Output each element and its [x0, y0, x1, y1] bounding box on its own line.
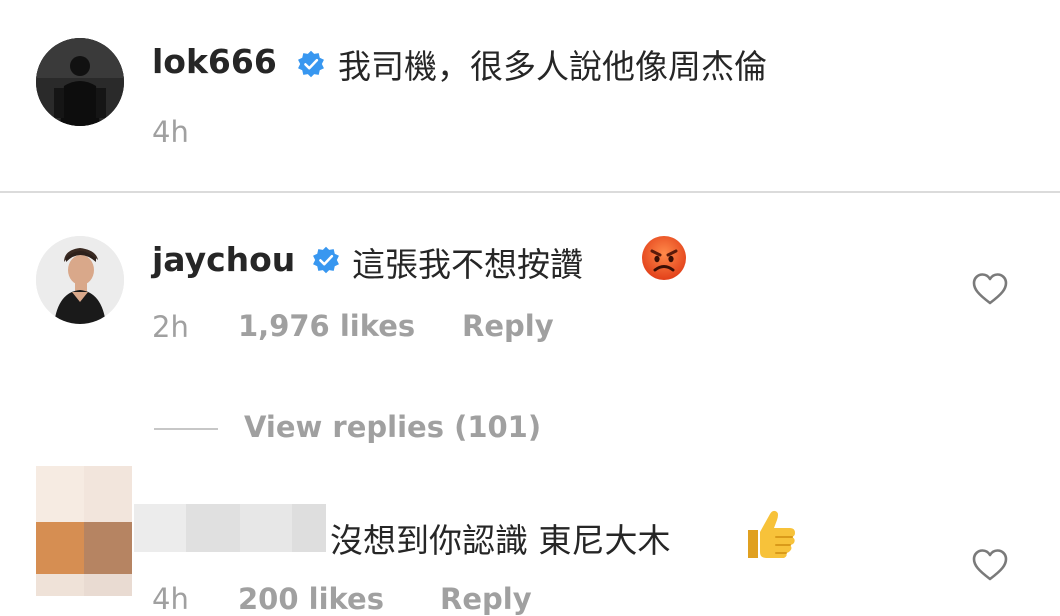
avatar-lok666[interactable] — [36, 38, 124, 126]
comment-text: 這張我不想按讚 — [352, 245, 583, 284]
like-count[interactable]: 1,976 likes — [238, 309, 415, 343]
username-lok666[interactable]: lok666 — [152, 42, 277, 81]
comment-timestamp: 4h — [152, 582, 189, 616]
heart-outline-icon[interactable] — [972, 548, 1008, 582]
verified-badge-icon — [313, 246, 339, 274]
reply-button[interactable]: Reply — [440, 582, 532, 616]
angry-face-emoji — [642, 236, 686, 280]
username-jaychou[interactable]: jaychou — [152, 240, 295, 279]
view-replies-button[interactable]: View replies (101) — [244, 410, 541, 444]
avatar-pixelated[interactable] — [36, 466, 132, 596]
verified-badge-icon — [298, 50, 324, 78]
comment-timestamp: 2h — [152, 310, 189, 344]
divider — [0, 191, 1060, 193]
avatar-jaychou[interactable] — [36, 236, 124, 324]
comment-timestamp: 4h — [152, 115, 189, 149]
heart-outline-icon[interactable] — [972, 272, 1008, 306]
view-replies-line — [154, 428, 218, 430]
like-count[interactable]: 200 likes — [238, 582, 384, 616]
reply-button[interactable]: Reply — [462, 309, 554, 343]
thumbs-up-emoji — [748, 510, 795, 558]
comment-text: 沒想到你認識 東尼大木 — [330, 521, 671, 560]
comment-text: 我司機，很多人說他像周杰倫 — [338, 47, 767, 86]
